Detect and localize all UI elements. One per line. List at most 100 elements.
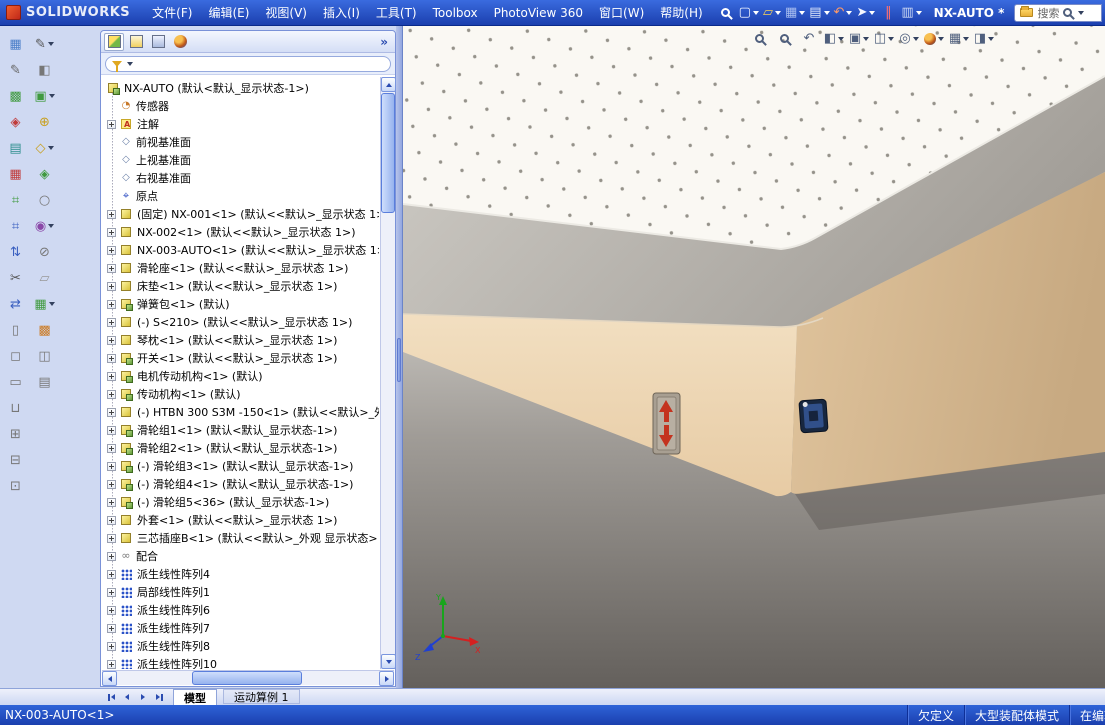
power-socket-component[interactable] — [798, 398, 829, 434]
left-toolbar-button[interactable]: ▤ — [3, 136, 28, 160]
menu-item[interactable]: 窗口(W) — [591, 1, 652, 24]
expand-toggle[interactable] — [107, 353, 116, 363]
tree-item[interactable]: 前视基准面 — [102, 133, 379, 151]
expand-toggle[interactable] — [107, 515, 116, 525]
tree-item[interactable]: 琴枕<1> (默认<<默认>_显示状态 1>) — [102, 331, 379, 349]
menu-item[interactable]: 视图(V) — [257, 1, 315, 24]
expand-toggle[interactable] — [107, 227, 116, 237]
expand-toggle[interactable] — [107, 605, 116, 615]
tree-item[interactable]: (-) HTBN 300 S3M -150<1> (默认<<默认>_外 — [102, 403, 379, 421]
tree-item[interactable]: 开关<1> (默认<<默认>_显示状态 1>) — [102, 349, 379, 367]
first-tab-button[interactable] — [103, 690, 119, 704]
tree-item[interactable]: NX-002<1> (默认<<默认>_显示状态 1>) — [102, 223, 379, 241]
tree-filter-input[interactable] — [105, 56, 391, 72]
tree-item[interactable]: 床垫<1> (默认<<默认>_显示状态 1>) — [102, 277, 379, 295]
panel-splitter[interactable] — [396, 26, 403, 688]
expand-toggle[interactable] — [107, 623, 116, 633]
apply-scene-button[interactable]: ▦ — [948, 29, 970, 48]
left-toolbar-button[interactable]: ◧ — [32, 58, 57, 82]
view-settings-button[interactable]: ◨ — [973, 29, 995, 48]
menu-item[interactable]: 编辑(E) — [200, 1, 257, 24]
section-view-button[interactable]: ◧ — [823, 29, 845, 48]
search-button[interactable] — [715, 3, 737, 23]
left-toolbar-button[interactable]: ⊞ — [3, 422, 28, 446]
undo-button[interactable]: ↶ — [832, 3, 855, 23]
tree-item[interactable]: 派生线性阵列8 — [102, 637, 379, 655]
left-toolbar-button[interactable]: ◈ — [3, 110, 28, 134]
left-toolbar-button[interactable]: ▭ — [3, 370, 28, 394]
expand-toggle[interactable] — [107, 479, 116, 489]
tree-item[interactable]: 配合 — [102, 547, 379, 565]
menu-item[interactable]: 工具(T) — [368, 1, 425, 24]
left-toolbar-button[interactable]: ◇ — [32, 136, 57, 160]
options-button[interactable]: ▥ — [899, 3, 923, 23]
expand-toggle[interactable] — [107, 389, 116, 399]
expand-toggle[interactable] — [107, 659, 116, 669]
print-button[interactable]: ▤ — [807, 3, 831, 23]
featuremanager-tab[interactable] — [104, 32, 124, 51]
vertical-scrollbar-thumb[interactable] — [381, 93, 395, 213]
panel-flyout-button[interactable]: » — [376, 35, 392, 49]
expand-toggle[interactable] — [107, 335, 116, 345]
left-toolbar-button[interactable]: ○ — [32, 188, 57, 212]
expand-toggle[interactable] — [107, 209, 116, 219]
tree-item[interactable]: (-) 滑轮组4<1> (默认<默认_显示状态-1>) — [102, 475, 379, 493]
zoom-to-area-button[interactable] — [773, 29, 795, 48]
menu-item[interactable]: PhotoView 360 — [486, 3, 591, 23]
previous-view-button[interactable]: ↶ — [798, 29, 820, 48]
left-toolbar-button[interactable]: ▦ — [3, 162, 28, 186]
scroll-right-button[interactable] — [379, 671, 394, 686]
expand-toggle[interactable] — [107, 263, 116, 273]
next-tab-button[interactable] — [135, 690, 151, 704]
tree-item[interactable]: (-) S<210> (默认<<默认>_显示状态 1>) — [102, 313, 379, 331]
left-toolbar-button[interactable]: ▩ — [3, 84, 28, 108]
tree-item[interactable]: (-) 滑轮组3<1> (默认<默认_显示状态-1>) — [102, 457, 379, 475]
tree-item[interactable]: 派生线性阵列6 — [102, 601, 379, 619]
scroll-up-button[interactable] — [381, 77, 396, 92]
menu-item[interactable]: 文件(F) — [144, 1, 200, 24]
tree-item[interactable]: 三芯插座B<1> (默认<<默认>_外观 显示状态> — [102, 529, 379, 547]
expand-toggle[interactable] — [107, 641, 116, 651]
displaymanager-tab[interactable] — [170, 33, 190, 51]
expand-toggle[interactable] — [107, 587, 116, 597]
tree-item[interactable]: 滑轮组2<1> (默认<默认_显示状态-1>) — [102, 439, 379, 457]
splitter-grip[interactable] — [397, 338, 401, 382]
expand-toggle[interactable] — [107, 245, 116, 255]
switch-component[interactable] — [652, 392, 681, 455]
left-toolbar-button[interactable]: ▱ — [32, 266, 57, 290]
left-toolbar-button[interactable]: ◈ — [32, 162, 57, 186]
menu-item[interactable]: Toolbox — [425, 3, 486, 23]
left-toolbar-button[interactable]: ⇄ — [3, 292, 28, 316]
menu-item[interactable]: 帮助(H) — [652, 1, 710, 24]
expand-toggle[interactable] — [107, 407, 116, 417]
tree-item[interactable]: 派生线性阵列10 — [102, 655, 379, 669]
new-document-button[interactable]: ▢ — [737, 3, 761, 23]
tree-item[interactable]: (-) 滑轮组5<36> (默认_显示状态-1>) — [102, 493, 379, 511]
tree-item[interactable]: 注解 — [102, 115, 379, 133]
expand-toggle[interactable] — [107, 119, 116, 129]
tab-motion-study-1[interactable]: 运动算例 1 — [223, 689, 300, 704]
tree-item[interactable]: 局部线性阵列1 — [102, 583, 379, 601]
tab-model[interactable]: 模型 — [173, 689, 217, 705]
search-input[interactable]: 搜索 — [1037, 5, 1059, 21]
zoom-to-fit-button[interactable] — [748, 29, 770, 48]
graphics-area[interactable]: Y X Z ↶ ◧ ▣ ◫ ◎ ▦ ◨ — [403, 26, 1105, 688]
tree-root-item[interactable]: NX-AUTO (默认<默认_显示状态-1>) — [102, 79, 379, 97]
expand-toggle[interactable] — [107, 551, 116, 561]
view-orientation-button[interactable]: ▣ — [848, 29, 870, 48]
open-button[interactable]: ▱ — [761, 3, 783, 23]
left-toolbar-button[interactable]: ◻ — [3, 344, 28, 368]
hide-show-items-button[interactable]: ◎ — [898, 29, 920, 48]
expand-toggle[interactable] — [107, 371, 116, 381]
left-toolbar-button[interactable]: ⌗ — [3, 214, 28, 238]
scroll-left-button[interactable] — [102, 671, 117, 686]
propertymanager-tab[interactable] — [126, 33, 146, 51]
left-toolbar-button[interactable]: ⊡ — [3, 474, 28, 498]
expand-toggle[interactable] — [107, 461, 116, 471]
tree-horizontal-scrollbar[interactable] — [102, 670, 394, 686]
tree-item[interactable]: 原点 — [102, 187, 379, 205]
tree-item[interactable]: 电机传动机构<1> (默认) — [102, 367, 379, 385]
tree-item[interactable]: 传动机构<1> (默认) — [102, 385, 379, 403]
tree-vertical-scrollbar[interactable] — [380, 77, 396, 669]
tree-item[interactable]: (固定) NX-001<1> (默认<<默认>_显示状态 1> — [102, 205, 379, 223]
